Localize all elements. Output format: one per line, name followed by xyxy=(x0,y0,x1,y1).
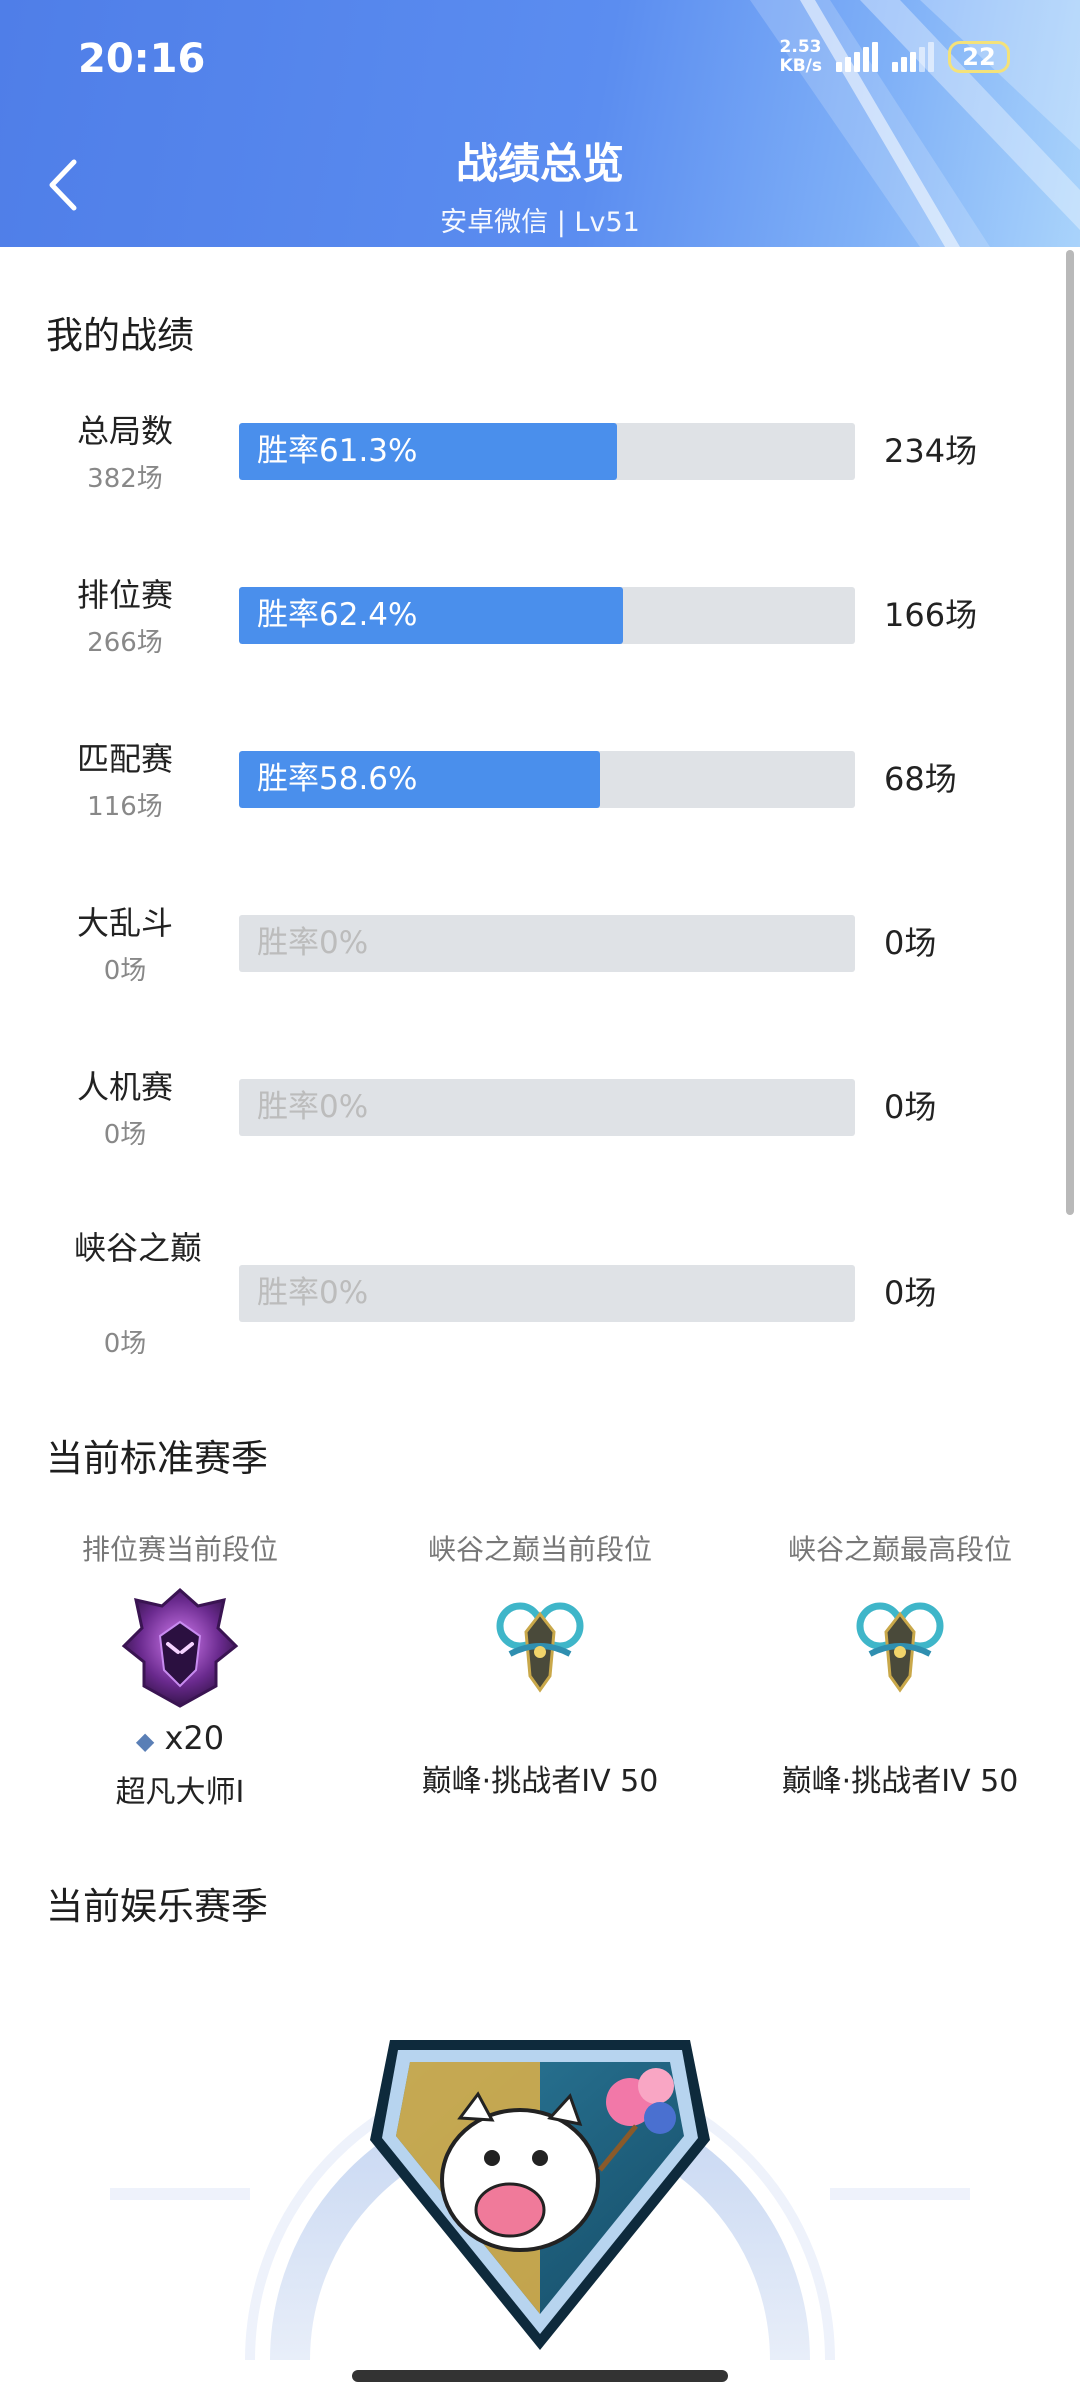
stat-name: 匹配赛 xyxy=(76,740,173,778)
stat-name: 人机赛 xyxy=(76,1068,173,1106)
winrate-label: 胜率0% xyxy=(257,1089,369,1125)
winrate-bar: 胜率0% xyxy=(239,1265,855,1322)
net-speed: 2.53 KB/s xyxy=(779,37,822,76)
stat-row-total: 总局数 382场 胜率61.3% 234场 xyxy=(0,408,1080,528)
wins-count: 0场 xyxy=(884,1088,937,1126)
rank-label: 峡谷之巅最高段位 xyxy=(787,1533,1012,1566)
diamond-icon: ◆ xyxy=(135,1727,155,1755)
rank-card-peak-highest[interactable]: 峡谷之巅最高段位 巅峰·挑战者IV 50 xyxy=(720,1528,1080,1800)
rank-name: 巅峰·挑战者IV 50 xyxy=(421,1764,659,1799)
rank-stars: ◆ x20 xyxy=(135,1719,225,1757)
section-title-my-record: 我的战绩 xyxy=(46,314,194,357)
battery-icon: 22 xyxy=(948,41,1010,73)
stat-row-bot: 人机赛 0场 胜率0% 0场 xyxy=(0,1064,1080,1184)
winrate-bar: 胜率58.6% xyxy=(239,751,855,808)
poro-badge-icon[interactable] xyxy=(100,1930,980,2360)
winrate-bar: 胜率62.4% xyxy=(239,587,855,644)
wins-count: 68场 xyxy=(884,760,957,798)
rank-label: 排位赛当前段位 xyxy=(81,1533,278,1566)
peak-emblem-icon xyxy=(496,1602,584,1693)
stat-count: 0场 xyxy=(103,1120,147,1150)
stat-count: 0场 xyxy=(103,956,147,986)
stat-name: 总局数 xyxy=(76,412,173,450)
stat-name: 峡谷之巅 xyxy=(74,1229,203,1267)
winrate-label: 胜率58.6% xyxy=(257,761,418,797)
wins-count: 234场 xyxy=(884,432,978,470)
winrate-label: 胜率62.4% xyxy=(257,597,418,633)
rank-name: 超凡大师I xyxy=(115,1775,245,1810)
rank-name: 巅峰·挑战者IV 50 xyxy=(781,1764,1019,1799)
stat-count: 266场 xyxy=(87,628,163,658)
winrate-bar: 胜率61.3% xyxy=(239,423,855,480)
header-bar: 20:16 2.53 KB/s 22 战绩总览 安卓微信 | Lv51 xyxy=(0,0,1080,247)
stat-row-aram: 大乱斗 0场 胜率0% 0场 xyxy=(0,900,1080,1020)
page-subtitle: 安卓微信 | Lv51 xyxy=(440,207,640,238)
rank-label: 峡谷之巅当前段位 xyxy=(427,1533,652,1566)
wins-count: 0场 xyxy=(884,924,937,962)
winrate-label: 胜率0% xyxy=(257,1275,369,1311)
stat-name: 大乱斗 xyxy=(76,904,173,942)
home-indicator[interactable] xyxy=(352,2370,728,2382)
stat-count: 0场 xyxy=(103,1329,147,1359)
wins-count: 166场 xyxy=(884,596,978,634)
stat-row-peak: 峡谷之巅 0场 胜率0% 0场 xyxy=(0,1225,1080,1365)
stat-name: 排位赛 xyxy=(76,576,173,614)
rank-card-ranked-current[interactable]: 排位赛当前段位 ◆ x20 超凡大师I xyxy=(0,1528,360,1811)
stat-row-ranked: 排位赛 266场 胜率62.4% 166场 xyxy=(0,572,1080,692)
signal-icon xyxy=(836,42,878,72)
section-title-fun-season: 当前娱乐赛季 xyxy=(46,1885,268,1928)
rank-card-peak-current[interactable]: 峡谷之巅当前段位 巅峰·挑战者IV 50 xyxy=(360,1528,720,1800)
master-emblem-icon xyxy=(121,1587,239,1708)
winrate-bar: 胜率0% xyxy=(239,1079,855,1136)
page-title: 战绩总览 xyxy=(455,139,624,188)
section-title-standard-season: 当前标准赛季 xyxy=(46,1437,268,1480)
peak-emblem-icon xyxy=(856,1602,944,1693)
status-time: 20:16 xyxy=(78,36,206,82)
winrate-bar: 胜率0% xyxy=(239,915,855,972)
stat-count: 116场 xyxy=(87,792,163,822)
winrate-label: 胜率61.3% xyxy=(257,433,418,469)
stat-count: 382场 xyxy=(87,464,163,494)
stat-row-normal: 匹配赛 116场 胜率58.6% 68场 xyxy=(0,736,1080,856)
winrate-label: 胜率0% xyxy=(257,925,369,961)
signal-icon-2 xyxy=(892,42,934,72)
status-icons: 2.53 KB/s 22 xyxy=(780,38,1010,76)
wins-count: 0场 xyxy=(884,1274,937,1312)
